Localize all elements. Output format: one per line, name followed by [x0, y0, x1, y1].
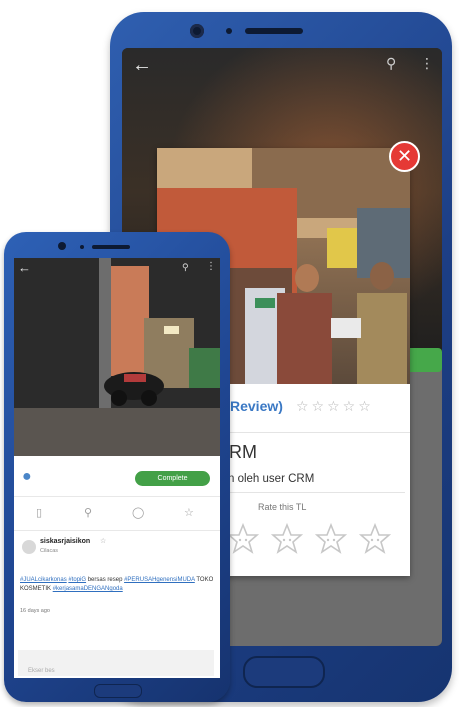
home-button[interactable] — [94, 684, 142, 698]
dialog-title: RM — [229, 442, 257, 462]
avatar[interactable] — [22, 540, 36, 554]
hashtag-link[interactable]: #topiG — [68, 577, 86, 583]
comment-bubble-icon[interactable]: ◯ — [132, 506, 144, 519]
photo-illustration — [14, 258, 220, 456]
front-camera-icon — [190, 24, 204, 38]
post-caption: #JUALcikarkonas #topiG bersas resep #PER… — [20, 576, 216, 594]
top-app-bar: ← ⚲ ⋮ — [122, 48, 442, 84]
sensor-dot — [226, 28, 232, 34]
divider — [14, 530, 220, 531]
search-icon[interactable]: ⚲ — [386, 55, 396, 72]
post-photo: ← ⚲ ⋮ — [14, 258, 220, 456]
home-button[interactable] — [243, 656, 325, 688]
search-icon[interactable]: ⚲ — [182, 262, 189, 273]
rate-label: Rate this TL — [258, 502, 307, 512]
divider — [14, 496, 220, 497]
star-icon[interactable]: ☆ — [184, 506, 194, 519]
sensor-dot — [80, 245, 84, 249]
divider — [230, 432, 410, 433]
star-rating-input — [226, 522, 406, 562]
hashtag-link[interactable]: #kerjasamaDENGANgoda — [53, 586, 123, 592]
comment-placeholder: Ekser bes — [28, 668, 55, 674]
front-camera-icon — [58, 242, 66, 250]
back-arrow-icon[interactable]: ← — [132, 54, 152, 77]
earpiece-speaker — [92, 245, 130, 249]
star-3-icon[interactable] — [314, 522, 348, 556]
star-2-icon[interactable] — [270, 522, 304, 556]
divider — [230, 492, 405, 493]
username[interactable]: siskasrjaisikon — [40, 538, 90, 545]
location-pin-icon[interactable]: ⚲ — [84, 506, 92, 519]
caption-text: bersas resep — [87, 577, 123, 583]
action-bar: ▯ ⚲ ◯ ☆ — [14, 506, 220, 524]
back-arrow-icon[interactable]: ← — [18, 260, 31, 275]
close-icon[interactable]: ✕ — [389, 141, 420, 172]
star-4-icon[interactable] — [358, 522, 392, 556]
user-location: Cilacas — [40, 548, 59, 554]
dialog-subtitle: n oleh user CRM — [228, 473, 315, 485]
earpiece-speaker — [245, 28, 303, 34]
post-timestamp: 16 days ago — [20, 608, 50, 614]
phone-icon[interactable]: ▯ — [36, 506, 42, 519]
star-1-icon[interactable] — [226, 522, 260, 556]
review-label: Review) — [230, 398, 283, 414]
app-logo-icon: ● — [22, 468, 32, 485]
user-star-icon: ☆ — [100, 538, 107, 545]
hashtag-link[interactable]: #PERUSAHgenensiMUDA — [124, 577, 195, 583]
hashtag-link[interactable]: #JUALcikarkonas — [20, 577, 67, 583]
small-star-rating: ☆☆☆☆☆ — [296, 398, 374, 414]
small-phone-screen: ← ⚲ ⋮ ● Complete ▯ ⚲ ◯ ☆ siskasrjaisikon… — [14, 258, 220, 678]
complete-button[interactable]: Complete — [135, 471, 210, 486]
more-options-icon[interactable]: ⋮ — [206, 261, 216, 272]
more-options-icon[interactable]: ⋮ — [420, 55, 434, 72]
